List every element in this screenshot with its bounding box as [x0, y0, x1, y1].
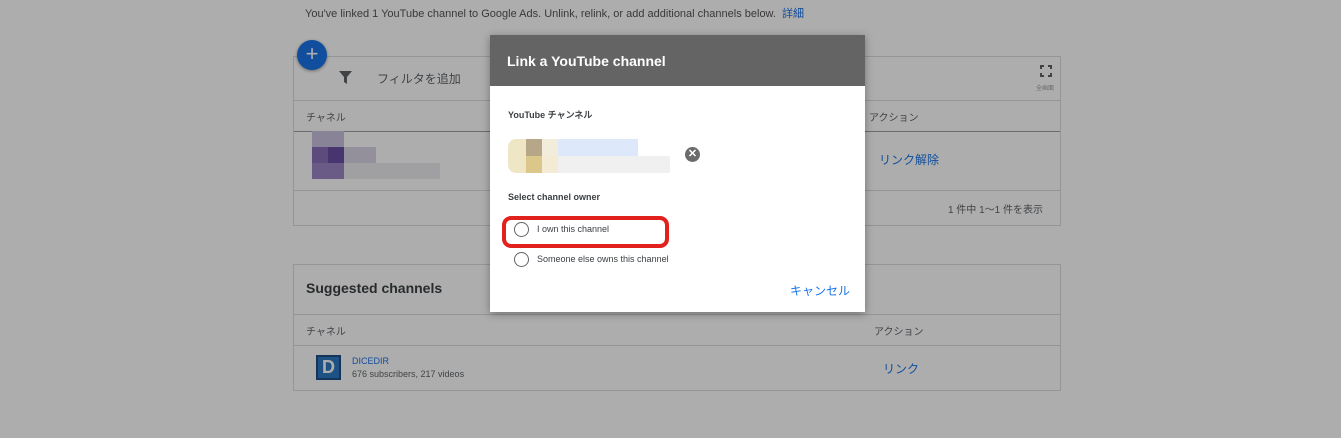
- youtube-channel-label: YouTube チャンネル: [508, 110, 593, 120]
- radio-label[interactable]: Someone else owns this channel: [537, 254, 669, 264]
- link-youtube-channel-dialog: Link a YouTube channel YouTube チャンネル ✕ S…: [490, 35, 865, 312]
- radio-label[interactable]: I own this channel: [537, 224, 609, 234]
- radio-button[interactable]: [514, 252, 529, 267]
- radio-button[interactable]: [514, 222, 529, 237]
- cancel-button[interactable]: キャンセル: [790, 282, 850, 299]
- select-owner-label: Select channel owner: [508, 192, 601, 202]
- clear-channel-icon[interactable]: ✕: [685, 147, 700, 162]
- dialog-title: Link a YouTube channel: [490, 35, 865, 86]
